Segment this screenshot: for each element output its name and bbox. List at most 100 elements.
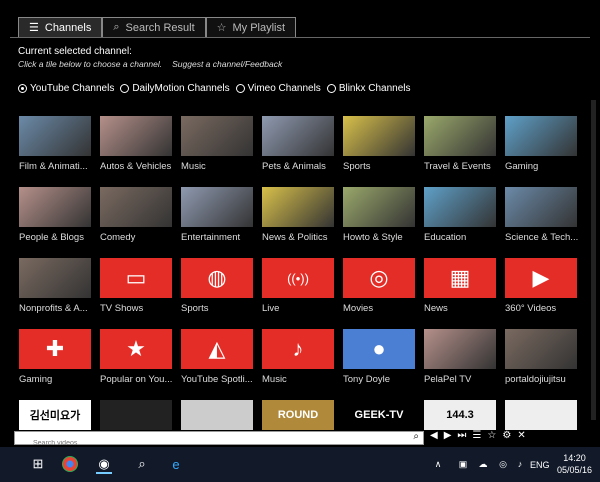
scrollbar[interactable]	[591, 100, 596, 420]
next-icon[interactable]: ⏭	[457, 430, 466, 441]
channel-tile[interactable]: ▶	[505, 258, 577, 298]
language-indicator[interactable]: ENG	[530, 460, 550, 470]
channel-tile-label: Entertainment	[181, 232, 241, 243]
channel-tile[interactable]	[424, 187, 496, 227]
channel-tile-label: Pets & Animals	[262, 161, 326, 172]
tab-divider	[10, 37, 590, 38]
taskbar: ⊞ ◉ ⌕ e ∧ ▣ ☁ ◎ ♪	[0, 447, 600, 482]
tray-icon[interactable]: ☁	[475, 456, 491, 472]
tab-channels[interactable]: ☰ Channels	[18, 17, 103, 37]
close-icon[interactable]: ✕	[517, 430, 525, 441]
channel-tile[interactable]	[100, 116, 172, 156]
channel-tile-label: TV Shows	[100, 303, 144, 314]
channel-tile-label: Tony Doyle	[343, 374, 390, 385]
channel-tile[interactable]	[181, 116, 253, 156]
radio-icon	[18, 84, 27, 93]
channel-tile[interactable]: ♪	[262, 329, 334, 369]
channel-tile-label: Sports	[343, 161, 371, 172]
channel-tile[interactable]	[262, 187, 334, 227]
channel-tile[interactable]: ●	[343, 329, 415, 369]
channel-tile[interactable]	[424, 116, 496, 156]
channel-tile-label: Live	[262, 303, 280, 314]
tile-hint: Click a tile below to choose a channel.	[18, 59, 163, 69]
search-bar: ⌕	[14, 431, 424, 449]
volume-icon[interactable]: ♪	[512, 456, 528, 472]
channel-tile[interactable]	[424, 329, 496, 369]
channel-tile[interactable]	[505, 400, 577, 430]
channel-tile[interactable]: ▭	[100, 258, 172, 298]
chevron-up-icon[interactable]: ∧	[430, 456, 446, 472]
player-controls: ◀ ▶ ⏭ ☰ ☆ ⚙ ✕	[430, 430, 532, 441]
channel-tile[interactable]: ◎	[343, 258, 415, 298]
tray-icon[interactable]: ▣	[455, 456, 471, 472]
channel-tile[interactable]: ROUND	[262, 400, 334, 430]
prev-icon[interactable]: ◀	[430, 430, 438, 441]
channel-info: Current selected channel: Click a tile b…	[18, 46, 292, 70]
channel-tile[interactable]: ((•))	[262, 258, 334, 298]
channel-tile[interactable]	[343, 116, 415, 156]
channel-tile-label: News & Politics	[262, 232, 328, 243]
channel-icon: ▦	[449, 265, 471, 290]
channel-tile[interactable]	[343, 187, 415, 227]
channel-tile-label: Comedy	[100, 232, 136, 243]
channel-tile[interactable]: ▦	[424, 258, 496, 298]
channel-icon: ●	[372, 336, 386, 361]
channel-tile[interactable]	[19, 258, 91, 298]
star-icon[interactable]: ☆	[487, 430, 496, 441]
channel-tile[interactable]	[262, 116, 334, 156]
channel-tile-label: Howto & Style	[343, 232, 403, 243]
channel-tile[interactable]: ◍	[181, 258, 253, 298]
settings-icon[interactable]: ⚙	[502, 430, 511, 441]
channel-tile[interactable]	[19, 116, 91, 156]
current-channel-heading: Current selected channel:	[18, 46, 132, 57]
source-youtube[interactable]: YouTube Channels	[18, 83, 114, 94]
playlist-icon[interactable]: ☰	[472, 430, 481, 441]
chrome-icon[interactable]	[62, 456, 78, 472]
source-dailymotion[interactable]: DailyMotion Channels	[120, 83, 230, 94]
channel-tile-label: Sports	[181, 303, 209, 314]
star-icon: ☆	[216, 22, 227, 34]
channel-tile[interactable]	[505, 329, 577, 369]
channel-tile-label: Nonprofits & A...	[19, 303, 88, 314]
channel-tile[interactable]: GEEK-TV	[343, 400, 415, 430]
channel-tile[interactable]	[100, 400, 172, 430]
channel-tile[interactable]	[19, 187, 91, 227]
source-vimeo[interactable]: Vimeo Channels	[235, 83, 321, 94]
source-selector: YouTube Channels DailyMotion Channels Vi…	[18, 83, 417, 94]
channel-tile-label: Gaming	[505, 161, 539, 172]
channel-tile[interactable]: ✚	[19, 329, 91, 369]
play-icon[interactable]: ▶	[444, 430, 452, 441]
search-icon[interactable]: ⌕	[413, 431, 419, 442]
search-icon[interactable]: ⌕	[134, 456, 150, 472]
radio-icon	[235, 84, 245, 93]
windows-icon[interactable]: ⊞	[30, 456, 46, 472]
channel-tile-label: News	[424, 303, 448, 314]
suggest-link[interactable]: Suggest a channel/Feedback	[172, 59, 282, 69]
tab-bar: ☰ Channels ⌕ Search Result ☆ My Playlist	[18, 17, 297, 37]
ie-icon[interactable]: e	[168, 456, 184, 472]
channel-tile[interactable]: 144.3	[424, 400, 496, 430]
app-window: ☰ Channels ⌕ Search Result ☆ My Playlist Cu…	[0, 0, 600, 449]
channel-tile[interactable]	[505, 116, 577, 156]
eye-icon[interactable]: ◎	[495, 456, 511, 472]
clock[interactable]: 14:20 05/05/16	[557, 452, 592, 476]
channel-tile[interactable]	[181, 400, 253, 430]
channel-tile[interactable]: ★	[100, 329, 172, 369]
channel-tile[interactable]	[181, 187, 253, 227]
channel-tile[interactable]	[100, 187, 172, 227]
app-icon[interactable]: ◉	[96, 456, 112, 474]
tab-my-playlist[interactable]: ☆ My Playlist	[205, 17, 297, 37]
channel-icon: ◭	[208, 336, 226, 361]
channel-tile[interactable]	[505, 187, 577, 227]
channel-icon: ◍	[207, 265, 227, 290]
tab-search-result[interactable]: ⌕ Search Result	[102, 17, 206, 37]
channel-icon: ▶	[532, 265, 550, 290]
channel-tile-label: Autos & Vehicles	[100, 161, 172, 172]
channel-tile[interactable]: 김선미요가	[19, 400, 91, 430]
channel-icon: ♪	[292, 336, 304, 361]
channel-icon: ◎	[369, 265, 389, 290]
channel-tile-label: Music	[262, 374, 287, 385]
source-blinkx[interactable]: Blinkx Channels	[326, 83, 411, 94]
channel-tile[interactable]: ◭	[181, 329, 253, 369]
channel-tile-label: Movies	[343, 303, 374, 314]
